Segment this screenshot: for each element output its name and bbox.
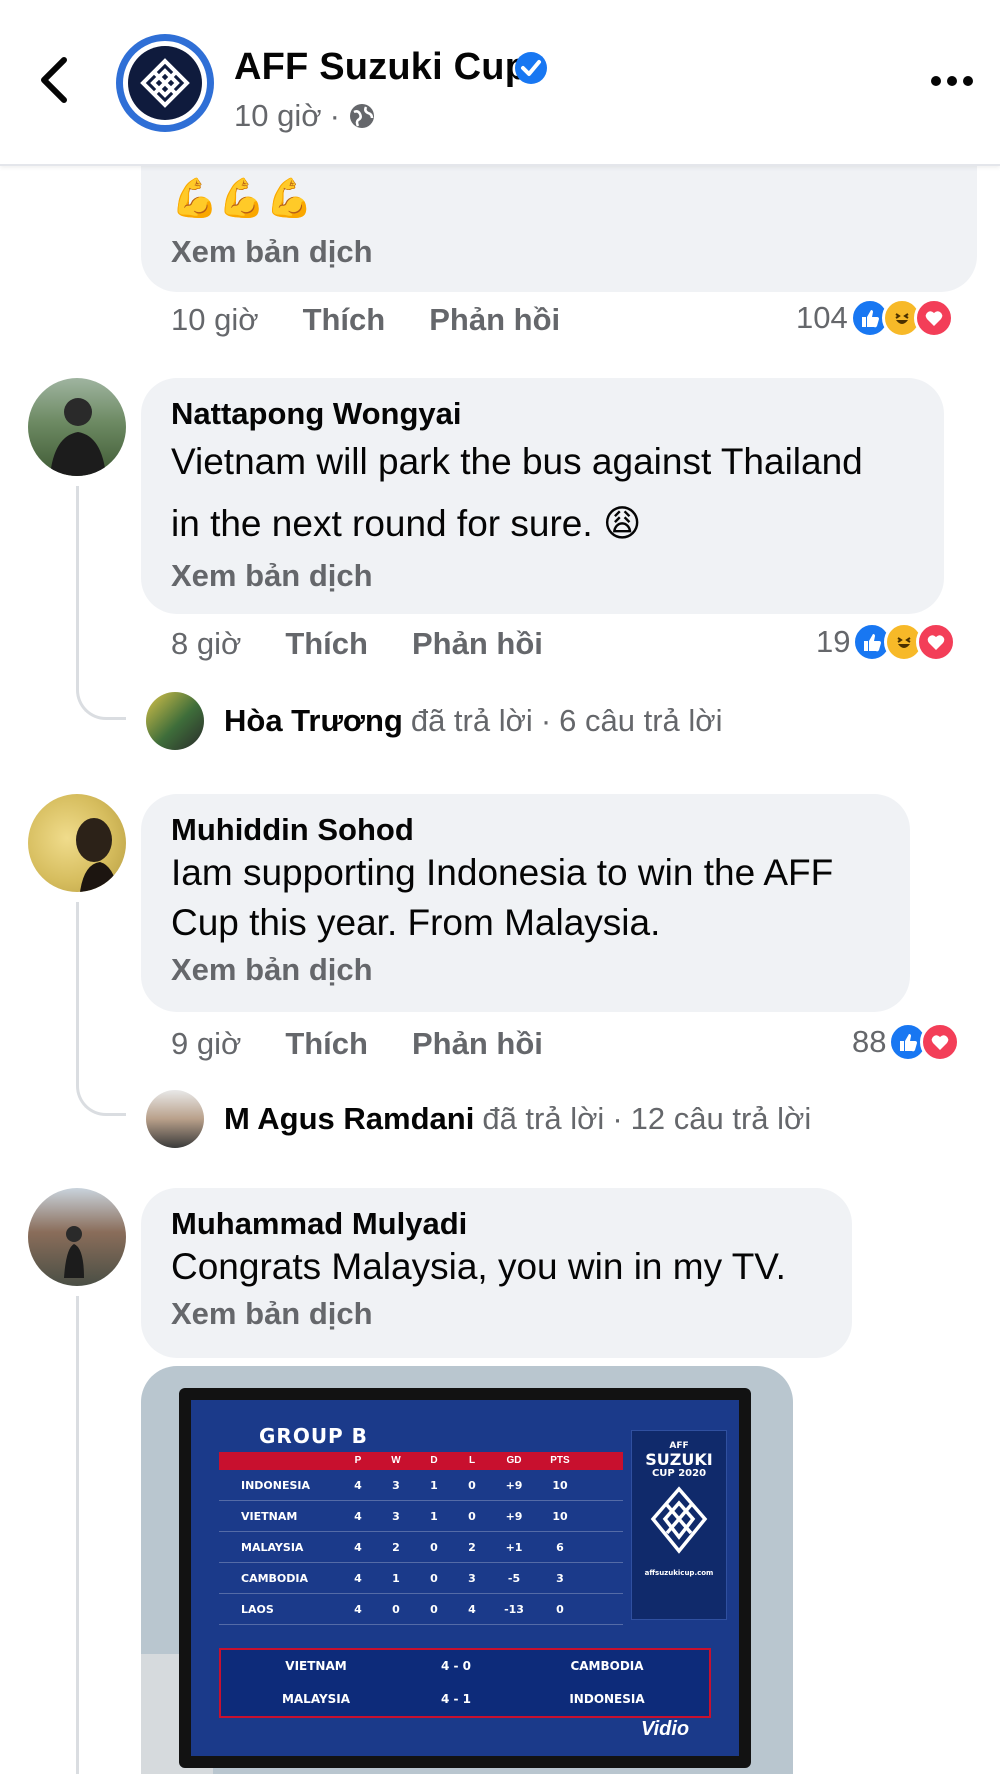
comment-bubble: Muhammad Mulyadi Congrats Malaysia, you … [141, 1188, 852, 1358]
reply-count: 6 câu trả lời [559, 703, 723, 738]
thread-connector [76, 902, 79, 1042]
like-button[interactable]: Thích [285, 626, 368, 662]
col-l: L [468, 1455, 476, 1466]
globe-icon [349, 104, 374, 128]
reply-action: đã trả lời [482, 1101, 605, 1136]
comment-bubble: Muhiddin Sohod Iam supporting Indonesia … [141, 794, 910, 1012]
standings-title: GROUP B [259, 1424, 368, 1448]
avatar[interactable] [28, 1188, 126, 1286]
translate-link[interactable]: Xem bản dịch [171, 1292, 822, 1336]
standings-table: GROUP B P W D L GD PTS INDONESIA 4 3 1 0 +9 10… [219, 1420, 623, 1625]
translate-link[interactable]: Xem bản dịch [171, 230, 947, 274]
col-d: D [430, 1455, 438, 1466]
logo-text: SUZUKI [645, 1450, 713, 1469]
match-results: VIETNAM 4 - 0 CAMBODIA MALAYSIA 4 - 1 INDONE… [219, 1648, 711, 1718]
reaction-count: 19 [816, 624, 851, 659]
separator: · [612, 1101, 623, 1136]
aff-logo-icon [140, 58, 190, 108]
back-arrow-icon[interactable] [36, 52, 76, 108]
standings-row: VIETNAM 4 3 1 0 +9 10 [219, 1501, 623, 1532]
page-header: AFF Suzuki Cup 10 giờ · [0, 0, 1000, 166]
more-options-icon[interactable] [930, 74, 974, 88]
reply-avatar [146, 692, 204, 750]
comment-text: in the next round for sure. 😩 [171, 503, 642, 544]
page-name[interactable]: AFF Suzuki Cup [234, 46, 528, 89]
person-silhouette-icon [64, 1226, 84, 1278]
translate-link[interactable]: Xem bản dịch [171, 554, 914, 598]
reply-avatar [146, 1090, 204, 1148]
avatar[interactable] [28, 794, 126, 892]
love-icon [920, 1022, 961, 1062]
comment-bubble: Nattapong Wongyai Vietnam will park the … [141, 378, 944, 614]
reply-author: M Agus Ramdani [224, 1101, 475, 1136]
comment-actions: 10 giờ Thích Phản hồi [171, 302, 560, 338]
reply-action: đã trả lời [410, 703, 533, 738]
reaction-count: 104 [796, 300, 848, 335]
comment-actions: 8 giờ Thích Phản hồi [171, 626, 543, 662]
comment-text: Iam supporting Indonesia to win the AFF [171, 852, 834, 893]
thread-connector [76, 640, 126, 720]
separator: · [540, 703, 552, 738]
aff-logo-icon [650, 1486, 708, 1554]
comment-author[interactable]: Nattapong Wongyai [171, 396, 914, 432]
love-icon [916, 622, 957, 662]
reaction-count: 88 [852, 1024, 887, 1059]
post-meta: 10 giờ · [234, 98, 376, 134]
comment-time: 10 giờ [171, 302, 259, 337]
reply-author: Hòa Trương [224, 703, 403, 738]
reaction-summary[interactable]: 88 [852, 1022, 961, 1062]
col-pts: PTS [550, 1455, 570, 1466]
comment-text: Congrats Malaysia, you win in my TV. [171, 1246, 786, 1287]
standings-row: MALAYSIA 4 2 0 2 +1 6 [219, 1532, 623, 1563]
col-p: P [354, 1455, 362, 1466]
standings-header: P W D L GD PTS [219, 1452, 623, 1470]
tv-frame: GROUP B P W D L GD PTS INDONESIA 4 3 1 0 +9 10… [179, 1388, 751, 1768]
logo-url: affsuzukicup.com [644, 1569, 714, 1577]
reply-button[interactable]: Phản hồi [412, 1026, 543, 1062]
broadcaster-logo: Vidio [641, 1718, 690, 1740]
comment-time: 8 giờ [171, 626, 242, 661]
match-result-row: MALAYSIA 4 - 1 INDONESIA [281, 1692, 645, 1706]
thread-connector [76, 1296, 79, 1774]
page-avatar[interactable] [116, 34, 214, 132]
reaction-summary[interactable]: 104 [796, 298, 954, 338]
comment-actions: 9 giờ Thích Phản hồi [171, 1026, 543, 1062]
logo-text: CUP 2020 [651, 1468, 707, 1479]
comment-text: Vietnam will park the bus against Thaila… [171, 441, 863, 482]
tv-screen: GROUP B P W D L GD PTS INDONESIA 4 3 1 0 +9 10… [191, 1400, 739, 1756]
reply-button[interactable]: Phản hồi [429, 302, 560, 338]
reply-button[interactable]: Phản hồi [412, 626, 543, 662]
standings-row: INDONESIA 4 3 1 0 +9 10 [219, 1470, 623, 1501]
love-icon [913, 298, 954, 338]
col-w: W [391, 1455, 401, 1466]
tournament-logo: AFF SUZUKI CUP 2020 affsuzukicup.com [631, 1430, 727, 1620]
comment-author[interactable]: Muhiddin Sohod [171, 812, 880, 848]
col-team [219, 1452, 339, 1470]
comment-author[interactable]: Muhammad Mulyadi [171, 1206, 822, 1242]
like-button[interactable]: Thích [303, 302, 386, 338]
translate-link[interactable]: Xem bản dịch [171, 948, 880, 992]
standings-row: LAOS 4 0 0 4 -13 0 [219, 1594, 623, 1625]
meta-separator: · [329, 98, 340, 133]
person-silhouette-icon [76, 818, 118, 892]
post-time: 10 giờ [234, 98, 322, 133]
comment-time: 9 giờ [171, 1026, 242, 1061]
avatar[interactable] [28, 378, 126, 476]
thread-connector [76, 486, 79, 656]
reaction-summary[interactable]: 19 [816, 622, 957, 662]
view-replies-link[interactable]: M Agus Ramdani đã trả lời · 12 câu trả l… [146, 1090, 811, 1148]
standings-row: CAMBODIA 4 1 0 3 -5 3 [219, 1563, 623, 1594]
comment-photo[interactable]: GROUP B P W D L GD PTS INDONESIA 4 3 1 0 +9 10… [141, 1366, 793, 1774]
match-result-row: VIETNAM 4 - 0 CAMBODIA [285, 1659, 644, 1673]
view-replies-link[interactable]: Hòa Trương đã trả lời · 6 câu trả lời [146, 692, 723, 750]
verified-badge-icon [515, 52, 547, 84]
col-gd: GD [506, 1455, 522, 1466]
comment-text: Cup this year. From Malaysia. [171, 902, 661, 943]
person-silhouette-icon [50, 398, 106, 476]
reply-count: 12 câu trả lời [630, 1101, 812, 1136]
thread-connector [76, 1030, 126, 1116]
comment-emoji: 💪💪💪 [171, 178, 313, 220]
like-button[interactable]: Thích [285, 1026, 368, 1062]
